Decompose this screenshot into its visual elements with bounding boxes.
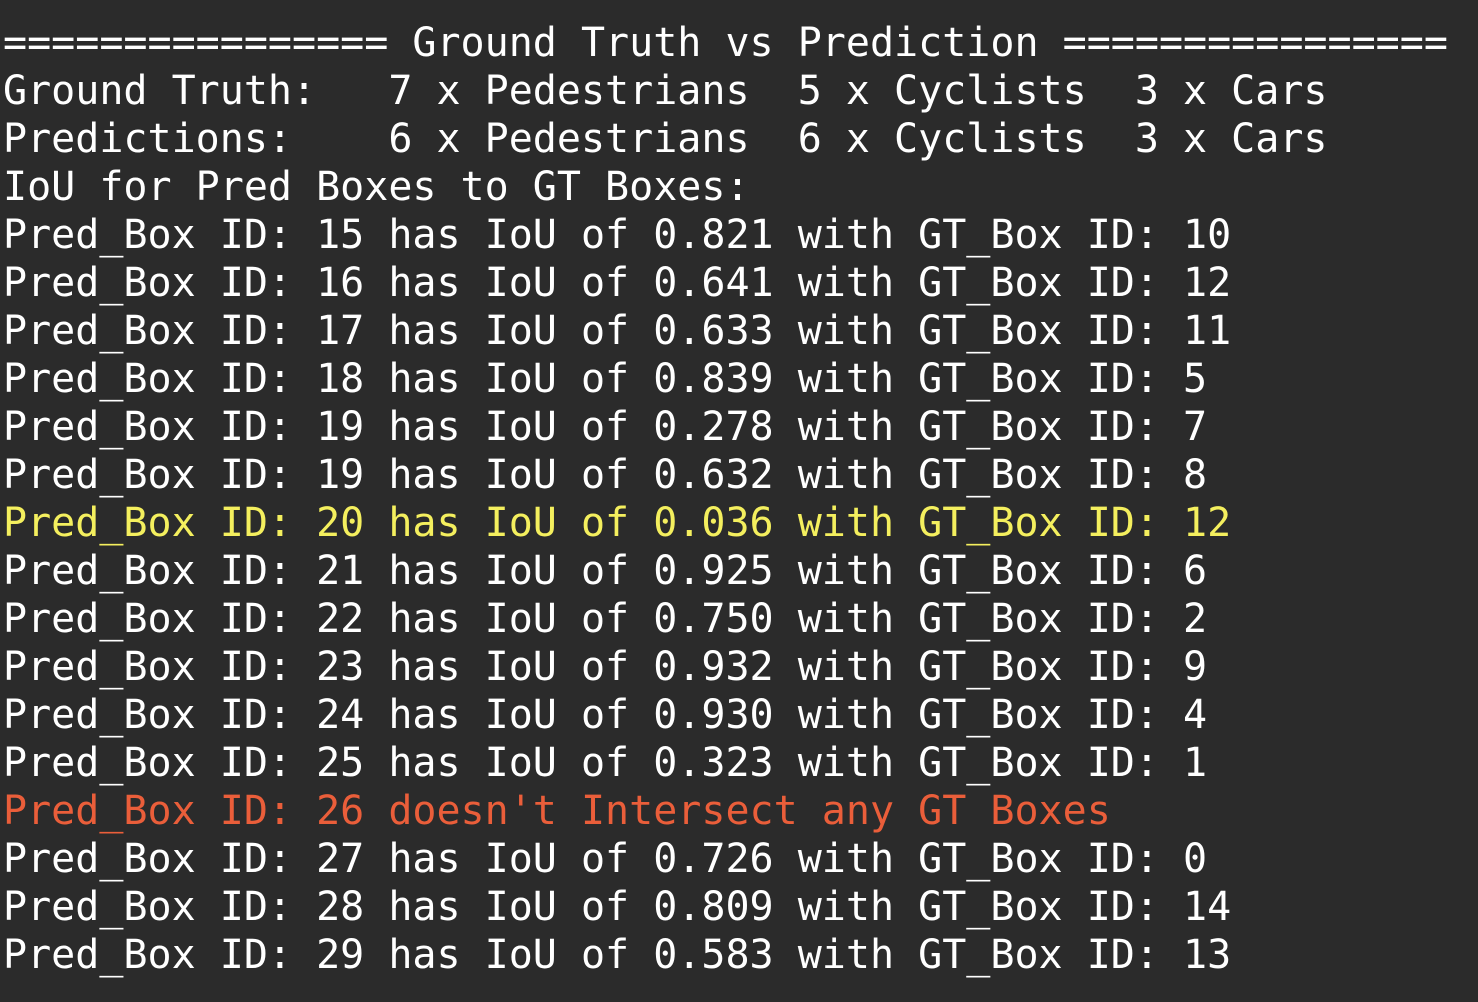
iou-line: Pred_Box ID: 28 has IoU of 0.809 with GT… <box>3 884 1232 930</box>
iou-line: Pred_Box ID: 15 has IoU of 0.821 with GT… <box>3 212 1232 258</box>
predictions-summary: Predictions: 6 x Pedestrians 6 x Cyclist… <box>3 116 1328 162</box>
iou-line: Pred_Box ID: 16 has IoU of 0.641 with GT… <box>3 260 1232 306</box>
iou-line: Pred_Box ID: 19 has IoU of 0.632 with GT… <box>3 452 1208 498</box>
iou-line-error: Pred_Box ID: 26 doesn't Intersect any GT… <box>3 788 1111 834</box>
iou-line: Pred_Box ID: 29 has IoU of 0.583 with GT… <box>3 932 1232 978</box>
iou-line: Pred_Box ID: 27 has IoU of 0.726 with GT… <box>3 836 1208 882</box>
terminal-output[interactable]: ================ Ground Truth vs Predict… <box>0 0 1478 1002</box>
ground-truth-summary: Ground Truth: 7 x Pedestrians 5 x Cyclis… <box>3 68 1328 114</box>
header-line: ================ Ground Truth vs Predict… <box>3 20 1448 66</box>
iou-line: Pred_Box ID: 22 has IoU of 0.750 with GT… <box>3 596 1208 642</box>
iou-line: Pred_Box ID: 23 has IoU of 0.932 with GT… <box>3 644 1208 690</box>
iou-line: Pred_Box ID: 25 has IoU of 0.323 with GT… <box>3 740 1208 786</box>
iou-line: Pred_Box ID: 17 has IoU of 0.633 with GT… <box>3 308 1232 354</box>
iou-line: Pred_Box ID: 24 has IoU of 0.930 with GT… <box>3 692 1208 738</box>
iou-section-title: IoU for Pred Boxes to GT Boxes: <box>3 164 750 210</box>
iou-line: Pred_Box ID: 19 has IoU of 0.278 with GT… <box>3 404 1208 450</box>
iou-line: Pred_Box ID: 18 has IoU of 0.839 with GT… <box>3 356 1208 402</box>
iou-line-warning: Pred_Box ID: 20 has IoU of 0.036 with GT… <box>3 500 1232 546</box>
iou-line: Pred_Box ID: 21 has IoU of 0.925 with GT… <box>3 548 1208 594</box>
